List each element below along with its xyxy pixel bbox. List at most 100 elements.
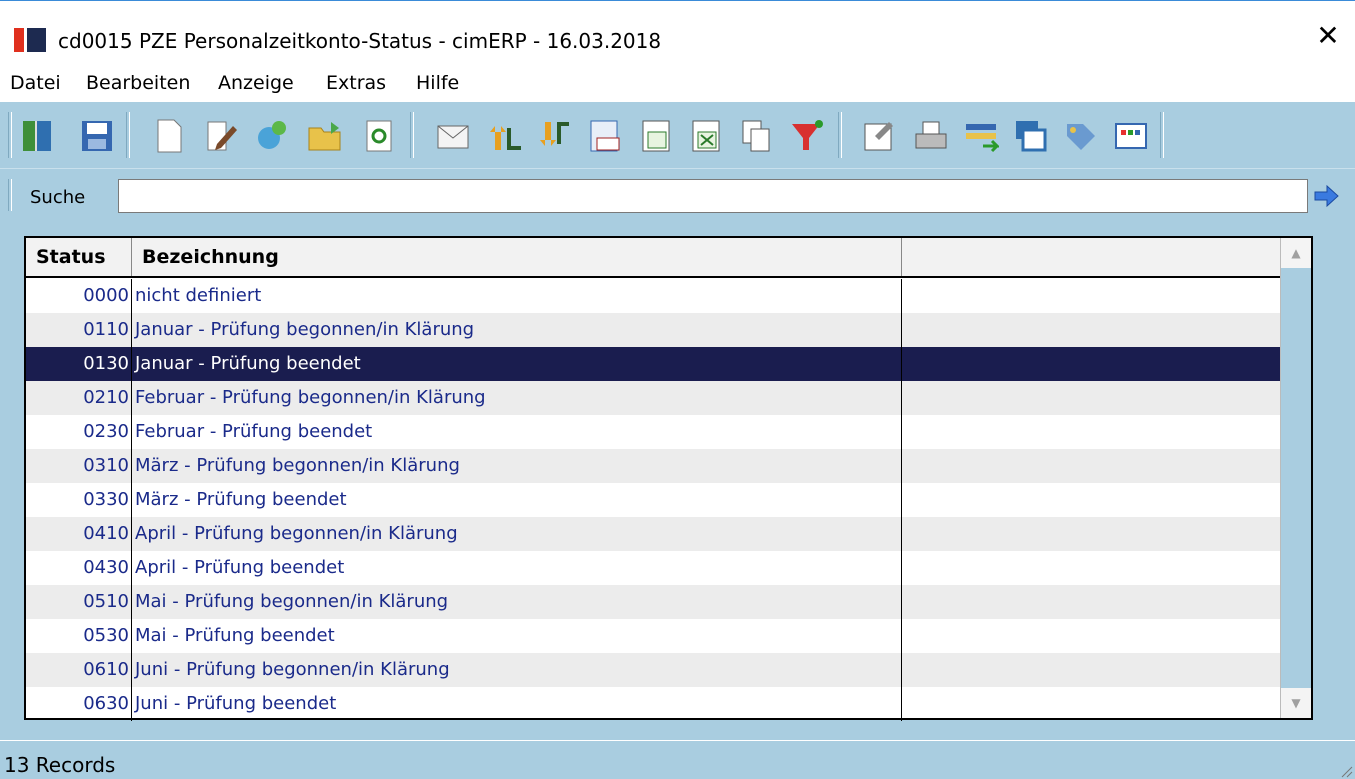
windows-icon[interactable] [1010, 116, 1052, 156]
table-row[interactable]: 0630 Juni - Prüfung beendet [26, 687, 1282, 721]
table-row[interactable]: 0310 März - Prüfung begonnen/in Klärung [26, 449, 1282, 483]
cell-status[interactable]: 0210 [26, 381, 132, 415]
column-header-bezeichnung[interactable]: Bezeichnung [132, 238, 902, 276]
cell-status[interactable]: 0330 [26, 483, 132, 517]
table-row[interactable]: 0610 Juni - Prüfung begonnen/in Klärung [26, 653, 1282, 687]
transfer-icon[interactable] [960, 116, 1002, 156]
cell-bezeichnung[interactable]: April - Prüfung beendet [132, 551, 902, 585]
cell-status[interactable]: 0110 [26, 313, 132, 347]
cell-status[interactable]: 0630 [26, 687, 132, 721]
sort-descending-icon[interactable] [534, 116, 576, 156]
close-button[interactable]: ✕ [1301, 13, 1355, 59]
column-header-status[interactable]: Status [26, 238, 132, 276]
open-folder-icon[interactable] [304, 116, 346, 156]
filter-icon[interactable] [786, 116, 828, 156]
cell-empty[interactable] [902, 687, 1282, 721]
search-input[interactable] [118, 179, 1308, 213]
properties-icon[interactable] [858, 116, 900, 156]
cell-empty[interactable] [902, 415, 1282, 449]
search-bar: Suche [0, 168, 1355, 220]
sort-ascending-icon[interactable] [484, 116, 526, 156]
cell-status[interactable]: 0410 [26, 517, 132, 551]
scroll-down-icon[interactable]: ▼ [1281, 688, 1311, 718]
cell-bezeichnung[interactable]: Juni - Prüfung beendet [132, 687, 902, 721]
menu-hilfe[interactable]: Hilfe [416, 72, 459, 94]
cell-bezeichnung[interactable]: Mai - Prüfung begonnen/in Klärung [132, 585, 902, 619]
cell-bezeichnung[interactable]: Februar - Prüfung begonnen/in Klärung [132, 381, 902, 415]
table-row[interactable]: 0110 Januar - Prüfung begonnen/in Klärung [26, 313, 1282, 347]
scroll-track[interactable] [1281, 268, 1311, 688]
table-row[interactable]: 0510 Mai - Prüfung begonnen/in Klärung [26, 585, 1282, 619]
grid-header: Status Bezeichnung [26, 238, 1282, 278]
cell-empty[interactable] [902, 551, 1282, 585]
cell-bezeichnung[interactable]: Juni - Prüfung begonnen/in Klärung [132, 653, 902, 687]
save-icon[interactable] [76, 116, 118, 156]
table-row[interactable]: 0330 März - Prüfung beendet [26, 483, 1282, 517]
grid-layout-icon[interactable] [1110, 116, 1152, 156]
resize-grip-icon[interactable] [1339, 763, 1353, 778]
cell-bezeichnung[interactable]: Januar - Prüfung begonnen/in Klärung [132, 313, 902, 347]
search-label: Suche [30, 187, 86, 208]
cell-bezeichnung[interactable]: März - Prüfung beendet [132, 483, 902, 517]
copy-record-icon[interactable] [252, 116, 294, 156]
number-format-icon[interactable] [584, 116, 626, 156]
cell-empty[interactable] [902, 381, 1282, 415]
table-row[interactable]: 0410 April - Prüfung begonnen/in Klärung [26, 517, 1282, 551]
mail-icon[interactable] [432, 116, 474, 156]
menu-extras[interactable]: Extras [326, 72, 386, 94]
cell-empty[interactable] [902, 449, 1282, 483]
arrow-right-icon[interactable] [1312, 181, 1342, 211]
menu-datei[interactable]: Datei [10, 72, 61, 94]
cell-bezeichnung[interactable]: April - Prüfung begonnen/in Klärung [132, 517, 902, 551]
cell-bezeichnung[interactable]: März - Prüfung begonnen/in Klärung [132, 449, 902, 483]
cell-bezeichnung[interactable]: Mai - Prüfung beendet [132, 619, 902, 653]
cell-bezeichnung[interactable]: Februar - Prüfung beendet [132, 415, 902, 449]
menu-bearbeiten[interactable]: Bearbeiten [86, 72, 190, 94]
cell-empty[interactable] [902, 313, 1282, 347]
edit-icon[interactable] [200, 116, 242, 156]
cell-empty[interactable] [902, 279, 1282, 313]
column-header-empty[interactable] [902, 238, 1282, 276]
cell-status[interactable]: 0530 [26, 619, 132, 653]
cell-empty[interactable] [902, 517, 1282, 551]
cell-bezeichnung[interactable]: nicht definiert [132, 279, 902, 313]
refresh-icon[interactable] [358, 116, 400, 156]
toolbar [0, 102, 1355, 168]
cell-empty[interactable] [902, 585, 1282, 619]
vertical-scrollbar[interactable]: ▲ ▼ [1280, 238, 1311, 718]
table-row[interactable]: 0230 Februar - Prüfung beendet [26, 415, 1282, 449]
table-row[interactable]: 0210 Februar - Prüfung begonnen/in Klärun… [26, 381, 1282, 415]
table-row[interactable]: 0000 nicht definiert [26, 279, 1282, 313]
window-title: cd0015 PZE Personalzeitkonto-Status - ci… [58, 29, 662, 53]
status-bar: 13 Records [0, 740, 1355, 779]
table-row[interactable]: 0530 Mai - Prüfung beendet [26, 619, 1282, 653]
cell-empty[interactable] [902, 619, 1282, 653]
cell-status[interactable]: 0130 [26, 347, 132, 381]
table-row[interactable]: 0130 Januar - Prüfung beendet [26, 347, 1282, 381]
cell-empty[interactable] [902, 483, 1282, 517]
app-icon [14, 28, 46, 52]
cell-status[interactable]: 0610 [26, 653, 132, 687]
tag-icon[interactable] [1060, 116, 1102, 156]
copy-icon[interactable] [736, 116, 778, 156]
excel-icon[interactable] [686, 116, 728, 156]
menu-anzeige[interactable]: Anzeige [218, 72, 294, 94]
cell-empty[interactable] [902, 347, 1282, 381]
new-document-icon[interactable] [148, 116, 190, 156]
cell-status[interactable]: 0000 [26, 279, 132, 313]
cell-empty[interactable] [902, 653, 1282, 687]
cell-status[interactable]: 0310 [26, 449, 132, 483]
print-icon[interactable] [910, 116, 952, 156]
export-icon[interactable] [636, 116, 678, 156]
cell-status[interactable]: 0510 [26, 585, 132, 619]
cell-status[interactable]: 0430 [26, 551, 132, 585]
record-count: 13 Records [4, 753, 116, 777]
table-row[interactable]: 0430 April - Prüfung beendet [26, 551, 1282, 585]
scroll-up-icon[interactable]: ▲ [1281, 238, 1311, 268]
cell-bezeichnung[interactable]: Januar - Prüfung beendet [132, 347, 902, 381]
menu-bar: Datei Bearbeiten Anzeige Extras Hilfe [0, 64, 1355, 102]
exit-icon[interactable] [16, 116, 58, 156]
toolbar-grip [8, 112, 12, 158]
cell-status[interactable]: 0230 [26, 415, 132, 449]
title-bar: cd0015 PZE Personalzeitkonto-Status - ci… [0, 0, 1355, 64]
